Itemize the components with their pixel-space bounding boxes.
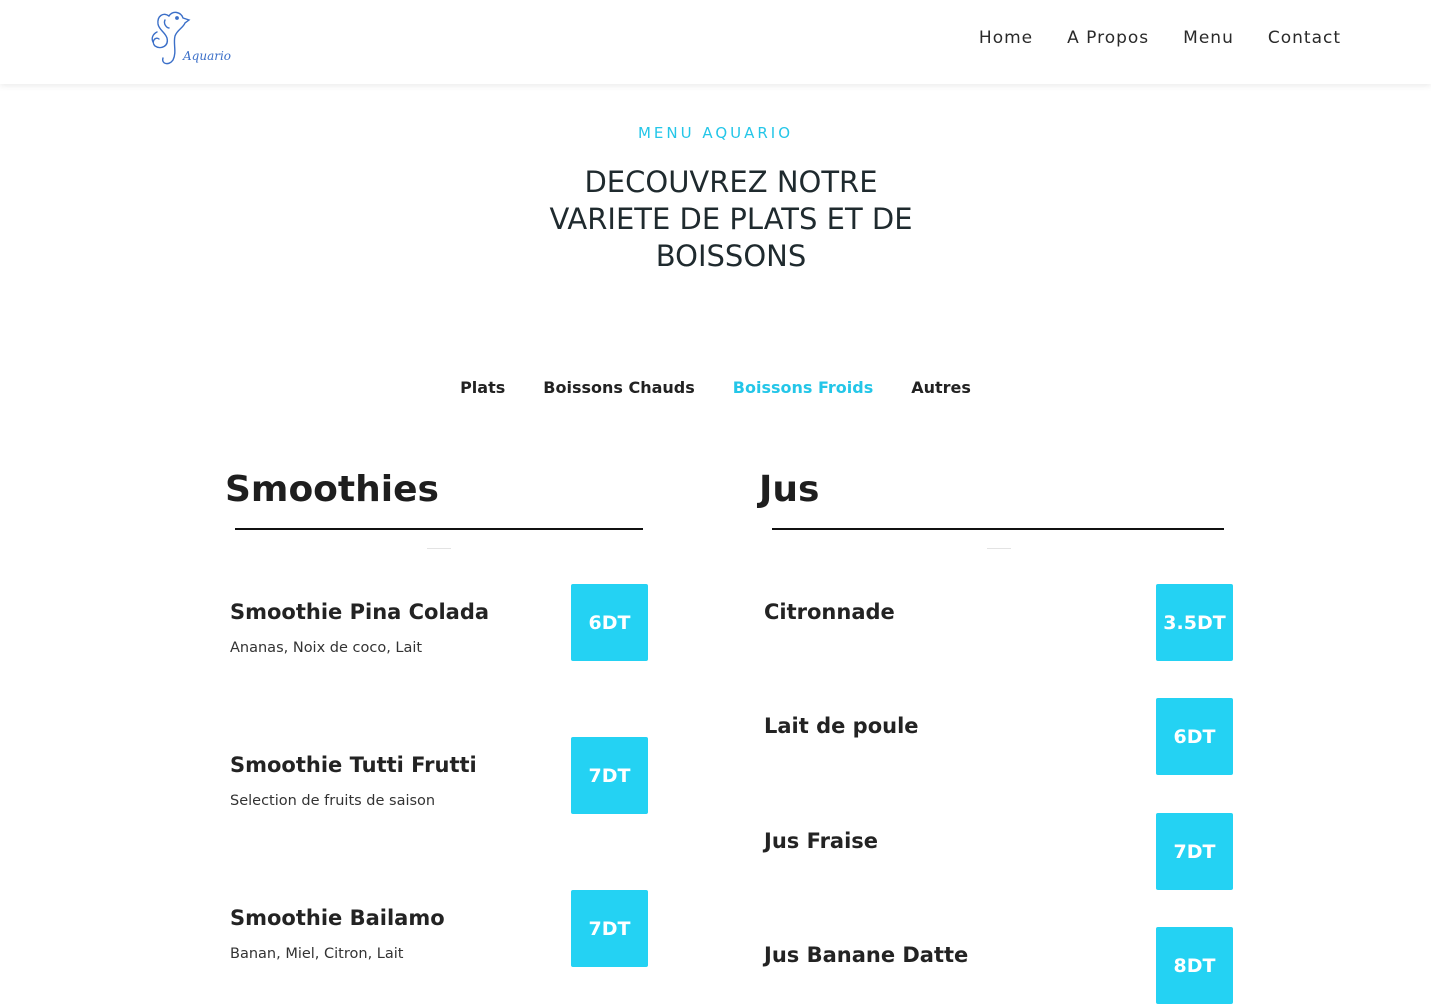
nav-menu[interactable]: Menu	[1183, 28, 1234, 48]
section-headline: DECOUVREZ NOTRE VARIETE DE PLATS ET DE B…	[515, 164, 947, 275]
category-divider-accent	[987, 548, 1011, 549]
section-kicker: MENU AQUARIO	[637, 124, 794, 142]
item-name: Smoothie Bailamo	[230, 906, 445, 930]
category-divider	[772, 528, 1224, 530]
price-badge: 6DT	[571, 584, 648, 661]
tab-plats[interactable]: Plats	[460, 378, 505, 397]
nav-contact[interactable]: Contact	[1268, 28, 1341, 48]
item-name: Smoothie Pina Colada	[230, 600, 490, 624]
tab-boissons-chauds[interactable]: Boissons Chauds	[543, 378, 695, 397]
nav-a-propos[interactable]: A Propos	[1067, 28, 1149, 48]
main-nav: Home A Propos Menu Contact	[945, 28, 1341, 48]
price-badge: 7DT	[571, 737, 648, 814]
item-name: Lait de poule	[764, 714, 919, 738]
headline-line: BOISSONS	[655, 239, 807, 273]
price-badge: 7DT	[1156, 813, 1233, 890]
price-badge: 3.5DT	[1156, 584, 1233, 661]
category-title: Jus	[759, 469, 820, 510]
price-badge: 8DT	[1156, 927, 1233, 1004]
jus-section: Jus Citronnade 3.5DT Lait de poule 6DT J…	[759, 466, 1239, 1004]
menu-tabs: Plats Boissons Chauds Boissons Froids Au…	[0, 378, 1431, 397]
logo-wordmark: Aquario	[183, 49, 232, 63]
site-header: Aquario Home A Propos Menu Contact	[0, 0, 1431, 84]
smoothies-section: Smoothies Smoothie Pina Colada Ananas, N…	[225, 466, 655, 967]
category-divider	[235, 528, 643, 530]
category-title: Smoothies	[225, 469, 439, 510]
item-name: Jus Banane Datte	[764, 943, 969, 967]
brand-logo[interactable]: Aquario	[143, 6, 239, 72]
nav-home[interactable]: Home	[979, 28, 1033, 48]
headline-line: DECOUVREZ NOTRE	[584, 165, 878, 199]
tab-boissons-froids[interactable]: Boissons Froids	[733, 378, 873, 397]
price-badge: 7DT	[571, 890, 648, 967]
item-description: Ananas, Noix de coco, Lait	[230, 640, 423, 656]
price-badge: 6DT	[1156, 698, 1233, 775]
item-name: Jus Fraise	[764, 829, 879, 853]
item-name: Citronnade	[764, 600, 895, 624]
tab-autres[interactable]: Autres	[911, 378, 971, 397]
headline-line: VARIETE DE PLATS ET DE	[549, 202, 913, 236]
category-divider-accent	[427, 548, 451, 549]
item-description: Selection de fruits de saison	[230, 793, 436, 809]
item-name: Smoothie Tutti Frutti	[230, 753, 477, 777]
item-description: Banan, Miel, Citron, Lait	[230, 946, 404, 962]
